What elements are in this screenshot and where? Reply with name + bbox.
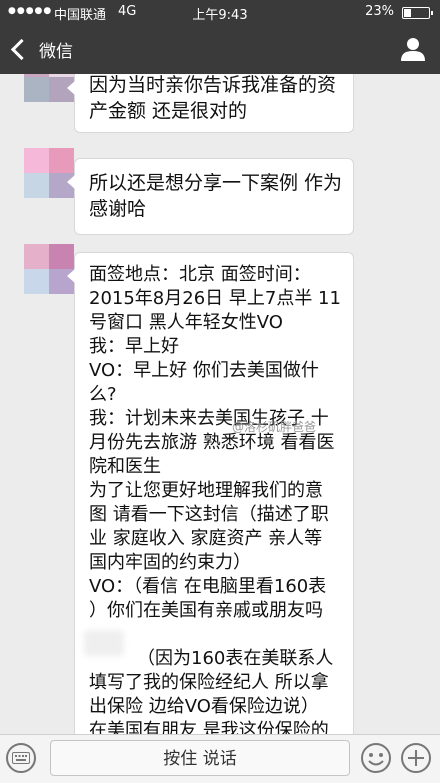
status-bar: ●●●●● 中国联通 4G 上午9:43 23% <box>0 0 440 24</box>
message-text: 感谢哈 <box>89 198 147 220</box>
watermark: @洛杉矶胖爸爸 <box>232 420 317 434</box>
chat-message-list[interactable]: 因为当时亲你告诉我准备的资 产金额 还是很对的 所以还是想分享一下案例 作为 感… <box>0 74 440 734</box>
navigation-bar: 微信 <box>0 24 440 74</box>
message-bubble[interactable]: 因为当时亲你告诉我准备的资 产金额 还是很对的 <box>67 74 354 133</box>
back-button[interactable]: 微信 <box>6 34 73 64</box>
battery-icon <box>402 7 433 19</box>
keyboard-icon <box>12 752 30 764</box>
message-text: 2015年8月26日 早上7点半 11 <box>89 288 341 309</box>
message-bubble[interactable]: 面签地点：北京 面签时间： 2015年8月26日 早上7点半 11 号窗口 黑人… <box>67 252 354 734</box>
battery-percent: 23% <box>365 4 394 19</box>
message-text: 院和医生 <box>89 456 161 477</box>
message-text: （因为160表在美联系人 <box>137 648 334 669</box>
message-text <box>89 623 339 647</box>
input-bar: 按住 说话 <box>0 734 440 783</box>
message-text: 国内牢固的约束力） <box>89 552 251 573</box>
redacted-blur <box>84 630 124 656</box>
message-text: VO：早上好 你们去美国做什 <box>89 360 319 381</box>
emoji-button-icon[interactable] <box>360 742 392 774</box>
more-options-plus-icon[interactable] <box>400 742 432 774</box>
message-text: 业 家庭收入 家庭资产 亲人等 <box>89 528 323 549</box>
back-button-label: 微信 <box>39 41 73 62</box>
message-bubble[interactable]: 所以还是想分享一下案例 作为 感谢哈 <box>67 158 354 235</box>
message-text: 图 请看一下这封信（描述了职 <box>89 504 329 525</box>
message-text: 面签地点：北京 面签时间： <box>89 264 311 285</box>
contact-profile-icon[interactable] <box>400 36 426 62</box>
message-text: 所以还是想分享一下案例 作为 <box>89 172 343 194</box>
message-text: 我：早上好 <box>89 336 179 357</box>
message-text: 在美国有朋友 是我这份保险的 <box>89 720 329 734</box>
message-text: 产金额 还是很对的 <box>89 100 248 122</box>
message-text: 么? <box>89 384 117 405</box>
message-text: 出保险 边给VO看保险边说） <box>89 696 319 717</box>
message-text: 填写了我的保险经纪人 所以拿 <box>89 672 329 693</box>
chevron-left-icon <box>10 38 33 60</box>
message-text: 号窗口 黑人年轻女性VO <box>89 312 283 333</box>
message-text: 因为当时亲你告诉我准备的资 <box>89 74 337 96</box>
keyboard-toggle-button[interactable] <box>6 743 36 773</box>
sender-avatar[interactable] <box>24 148 74 198</box>
hold-to-talk-button[interactable]: 按住 说话 <box>50 740 350 776</box>
message-text: 为了让您更好地理解我们的意 <box>89 480 323 501</box>
message-text: VO：（看信 在电脑里看160表 <box>89 576 327 597</box>
message-text: ）你们在美国有亲戚或朋友吗 <box>89 600 323 621</box>
